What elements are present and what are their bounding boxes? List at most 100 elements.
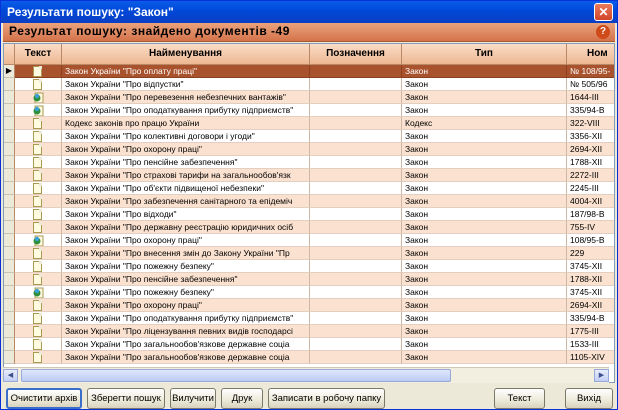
text-icon-cell bbox=[15, 104, 62, 117]
scroll-thumb[interactable] bbox=[21, 369, 451, 382]
text-icon-cell bbox=[15, 351, 62, 364]
text-icon-cell bbox=[15, 78, 62, 91]
row-indicator[interactable] bbox=[4, 299, 15, 312]
row-indicator[interactable]: ▶ bbox=[4, 65, 15, 78]
number-cell: № 505/96 bbox=[567, 78, 614, 91]
updated-document-icon bbox=[33, 105, 44, 116]
write-to-workfolder-button[interactable]: Записати в робочу папку bbox=[268, 388, 385, 409]
scroll-right-button[interactable]: ▶ bbox=[594, 369, 609, 382]
table-row[interactable]: Кодекс законів про працю України Кодекс 32… bbox=[4, 117, 614, 130]
row-indicator[interactable] bbox=[4, 234, 15, 247]
table-row[interactable]: Закон України "Про внесення змін до Зако… bbox=[4, 247, 614, 260]
row-indicator[interactable] bbox=[4, 91, 15, 104]
document-icon bbox=[33, 274, 42, 285]
table-row[interactable]: Закон України "Про пожежну безпеку" Закон… bbox=[4, 286, 614, 299]
clear-archive-button[interactable]: Очистити архів bbox=[6, 388, 82, 409]
col-header-designation[interactable]: Позначення bbox=[310, 44, 402, 65]
title-bar[interactable]: Результати пошуку: "Закон" ✕ bbox=[1, 1, 617, 23]
type-cell: Закон bbox=[402, 221, 567, 234]
results-header: Результат пошуку: знайдено документів -4… bbox=[3, 23, 615, 42]
col-header-number[interactable]: Ном bbox=[567, 44, 614, 65]
row-indicator[interactable] bbox=[4, 338, 15, 351]
row-indicator[interactable] bbox=[4, 247, 15, 260]
number-cell: № 108/95- bbox=[567, 65, 614, 78]
number-cell: 2694-XII bbox=[567, 299, 614, 312]
name-cell: Закон України "Про оплату праці" bbox=[62, 65, 310, 78]
table-row[interactable]: Закон України "Про охорону праці" Закон 26… bbox=[4, 143, 614, 156]
table-row[interactable]: Закон України "Про ліцензування певних в… bbox=[4, 325, 614, 338]
name-cell: Закон України "Про об'єкти підвищеної не… bbox=[62, 182, 310, 195]
type-cell: Кодекс bbox=[402, 117, 567, 130]
type-cell: Закон bbox=[402, 65, 567, 78]
row-indicator[interactable] bbox=[4, 78, 15, 91]
table-row[interactable]: Закон України "Про оподаткування прибутк… bbox=[4, 312, 614, 325]
table-row[interactable]: Закон України "Про оподаткування прибутк… bbox=[4, 104, 614, 117]
document-icon bbox=[33, 261, 42, 272]
table-row[interactable]: Закон України "Про охорону праці" Закон 26… bbox=[4, 299, 614, 312]
table-row[interactable]: Закон України "Про забезпечення санітарн… bbox=[4, 195, 614, 208]
document-icon bbox=[33, 248, 42, 259]
designation-cell bbox=[310, 299, 402, 312]
table-row[interactable]: Закон України "Про загальнообов'язкове д… bbox=[4, 351, 614, 364]
text-icon-cell bbox=[15, 91, 62, 104]
table-row[interactable]: Закон України "Про відпустки" Закон № 505/… bbox=[4, 78, 614, 91]
row-indicator[interactable] bbox=[4, 260, 15, 273]
row-indicator[interactable] bbox=[4, 351, 15, 364]
exit-button[interactable]: Вихід bbox=[565, 388, 613, 409]
text-icon-cell bbox=[15, 260, 62, 273]
document-icon bbox=[33, 131, 42, 142]
table-row[interactable]: Закон України "Про колективні договори і… bbox=[4, 130, 614, 143]
col-header-text[interactable]: Текст bbox=[15, 44, 62, 65]
table-row[interactable]: ▶ Закон України "Про оплату праці" Закон № … bbox=[4, 65, 614, 78]
text-button[interactable]: Текст bbox=[494, 388, 545, 409]
results-count-text: Результат пошуку: знайдено документів -4… bbox=[9, 24, 290, 38]
table-row[interactable]: Закон України "Про пенсійне забезпечення… bbox=[4, 156, 614, 169]
table-row[interactable]: Закон України "Про загальнообов'язкове д… bbox=[4, 338, 614, 351]
type-cell: Закон bbox=[402, 338, 567, 351]
row-indicator[interactable] bbox=[4, 208, 15, 221]
col-header-name[interactable]: Найменування bbox=[62, 44, 310, 65]
search-results-window: Результати пошуку: "Закон" ✕ Результат п… bbox=[0, 0, 618, 410]
table-row[interactable]: Закон України "Про перевезення небезпечн… bbox=[4, 91, 614, 104]
type-cell: Закон bbox=[402, 91, 567, 104]
table-row[interactable]: Закон України "Про страхові тарифи на за… bbox=[4, 169, 614, 182]
row-indicator[interactable] bbox=[4, 286, 15, 299]
help-icon[interactable]: ? bbox=[596, 25, 610, 39]
row-indicator[interactable] bbox=[4, 143, 15, 156]
row-indicator[interactable] bbox=[4, 169, 15, 182]
print-button[interactable]: Друк bbox=[221, 388, 263, 409]
scroll-left-button[interactable]: ◀ bbox=[3, 369, 18, 382]
text-icon-cell bbox=[15, 221, 62, 234]
table-row[interactable]: Закон України "Про державну реєстрацію ю… bbox=[4, 221, 614, 234]
table-row[interactable]: Закон України "Про охорону праці" Закон 10… bbox=[4, 234, 614, 247]
row-indicator[interactable] bbox=[4, 130, 15, 143]
row-indicator[interactable] bbox=[4, 117, 15, 130]
row-indicator[interactable] bbox=[4, 156, 15, 169]
number-cell: 755-IV bbox=[567, 221, 614, 234]
close-button[interactable]: ✕ bbox=[594, 3, 613, 21]
delete-button[interactable]: Вилучити bbox=[170, 388, 216, 409]
col-header-type[interactable]: Тип bbox=[402, 44, 567, 65]
table-row[interactable]: Закон України "Про об'єкти підвищеної не… bbox=[4, 182, 614, 195]
document-icon bbox=[33, 339, 42, 350]
table-row[interactable]: Закон України "Про відходи" Закон 187/98-В bbox=[4, 208, 614, 221]
row-indicator[interactable] bbox=[4, 273, 15, 286]
table-row[interactable]: Закон України "Про пенсійне забезпечення… bbox=[4, 273, 614, 286]
designation-cell bbox=[310, 195, 402, 208]
row-indicator[interactable] bbox=[4, 104, 15, 117]
row-indicator[interactable] bbox=[4, 325, 15, 338]
number-cell: 2245-III bbox=[567, 182, 614, 195]
row-indicator[interactable] bbox=[4, 221, 15, 234]
horizontal-scrollbar[interactable]: ◀ ▶ bbox=[3, 367, 609, 383]
number-cell: 229 bbox=[567, 247, 614, 260]
type-cell: Закон bbox=[402, 299, 567, 312]
save-search-button[interactable]: Зберегти пошук bbox=[87, 388, 165, 409]
table-row[interactable]: Закон України "Про пожежну безпеку" Закон… bbox=[4, 260, 614, 273]
name-cell: Закон України "Про загальнообов'язкове д… bbox=[62, 338, 310, 351]
document-icon bbox=[33, 118, 42, 129]
number-cell: 1533-III bbox=[567, 338, 614, 351]
document-icon bbox=[33, 326, 42, 337]
row-indicator[interactable] bbox=[4, 312, 15, 325]
row-indicator[interactable] bbox=[4, 195, 15, 208]
row-indicator[interactable] bbox=[4, 182, 15, 195]
